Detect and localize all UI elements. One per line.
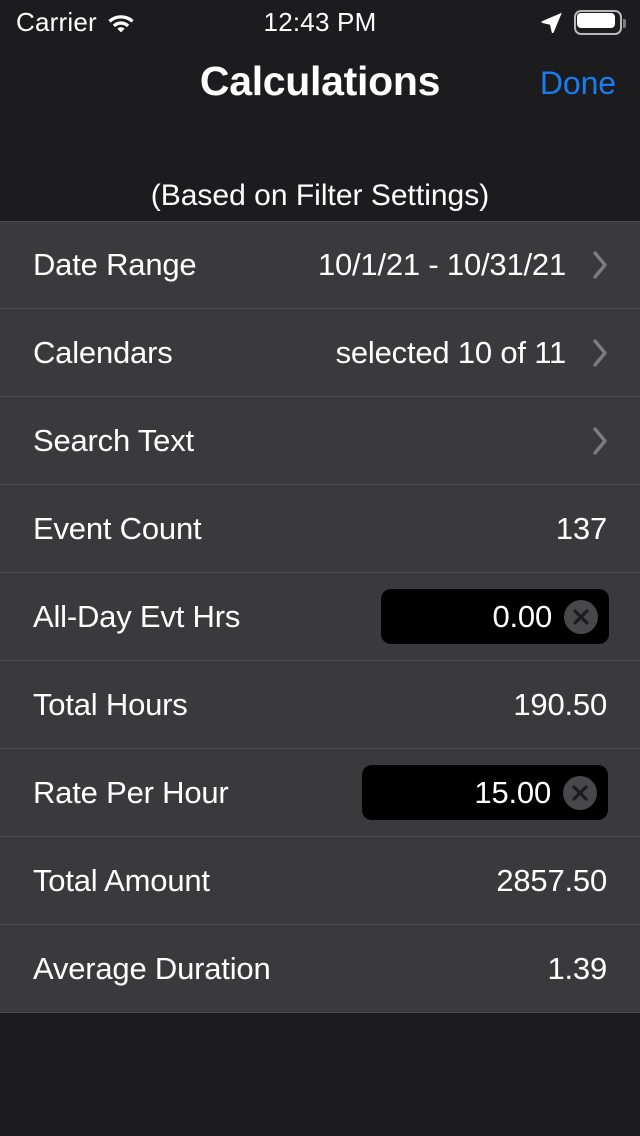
table-row-date-range[interactable]: Date Range 10/1/21 - 10/31/21 (0, 221, 640, 309)
navigation-bar: Calculations Done (0, 44, 640, 170)
row-label: Search Text (33, 422, 194, 458)
row-label: Event Count (33, 510, 202, 546)
row-label: Calendars (33, 334, 173, 370)
table-row-average-duration: Average Duration 1.39 (0, 925, 640, 1013)
calculations-table: Date Range 10/1/21 - 10/31/21 Calendars … (0, 221, 640, 1013)
row-value: 190.50 (513, 686, 607, 722)
field-value: 15.00 (474, 774, 551, 810)
table-row-calendars[interactable]: Calendars selected 10 of 11 (0, 309, 640, 397)
row-label: Total Hours (33, 686, 188, 722)
chevron-right-icon (592, 250, 610, 280)
all-day-evt-hrs-input[interactable]: 0.00 (381, 589, 609, 644)
app-screen: Carrier 12:43 PM Calculations Done (Base… (0, 0, 640, 1136)
row-value: selected 10 of 11 (335, 334, 567, 370)
table-row-total-hours: Total Hours 190.50 (0, 661, 640, 749)
row-label: Total Amount (33, 862, 210, 898)
row-label: Average Duration (33, 950, 271, 986)
status-bar: Carrier 12:43 PM (0, 0, 640, 44)
chevron-right-icon (592, 426, 610, 456)
status-bar-right (540, 0, 626, 44)
clear-circle-icon[interactable] (564, 599, 598, 634)
row-label: Rate Per Hour (33, 774, 229, 810)
table-row-search-text[interactable]: Search Text (0, 397, 640, 485)
table-row-all-day-evt-hrs: All-Day Evt Hrs 0.00 (0, 573, 640, 661)
section-header: (Based on Filter Settings) (0, 170, 640, 221)
row-value: 10/1/21 - 10/31/21 (317, 247, 566, 282)
table-footer-space (0, 1031, 640, 1136)
location-arrow-icon (540, 11, 562, 34)
done-button[interactable]: Done (540, 65, 616, 102)
battery-icon (574, 9, 626, 35)
row-value: 137 (555, 510, 607, 546)
row-value: 1.39 (547, 950, 607, 986)
row-label: Date Range (33, 247, 197, 282)
chevron-right-icon (592, 338, 610, 368)
row-value: 2857.50 (496, 862, 607, 898)
rate-per-hour-input[interactable]: 15.00 (362, 765, 608, 820)
field-value: 0.00 (492, 598, 552, 634)
clear-circle-icon[interactable] (563, 775, 597, 810)
row-label: All-Day Evt Hrs (33, 598, 241, 634)
table-row-rate-per-hour: Rate Per Hour 15.00 (0, 749, 640, 837)
table-row-event-count: Event Count 137 (0, 485, 640, 573)
table-row-total-amount: Total Amount 2857.50 (0, 837, 640, 925)
